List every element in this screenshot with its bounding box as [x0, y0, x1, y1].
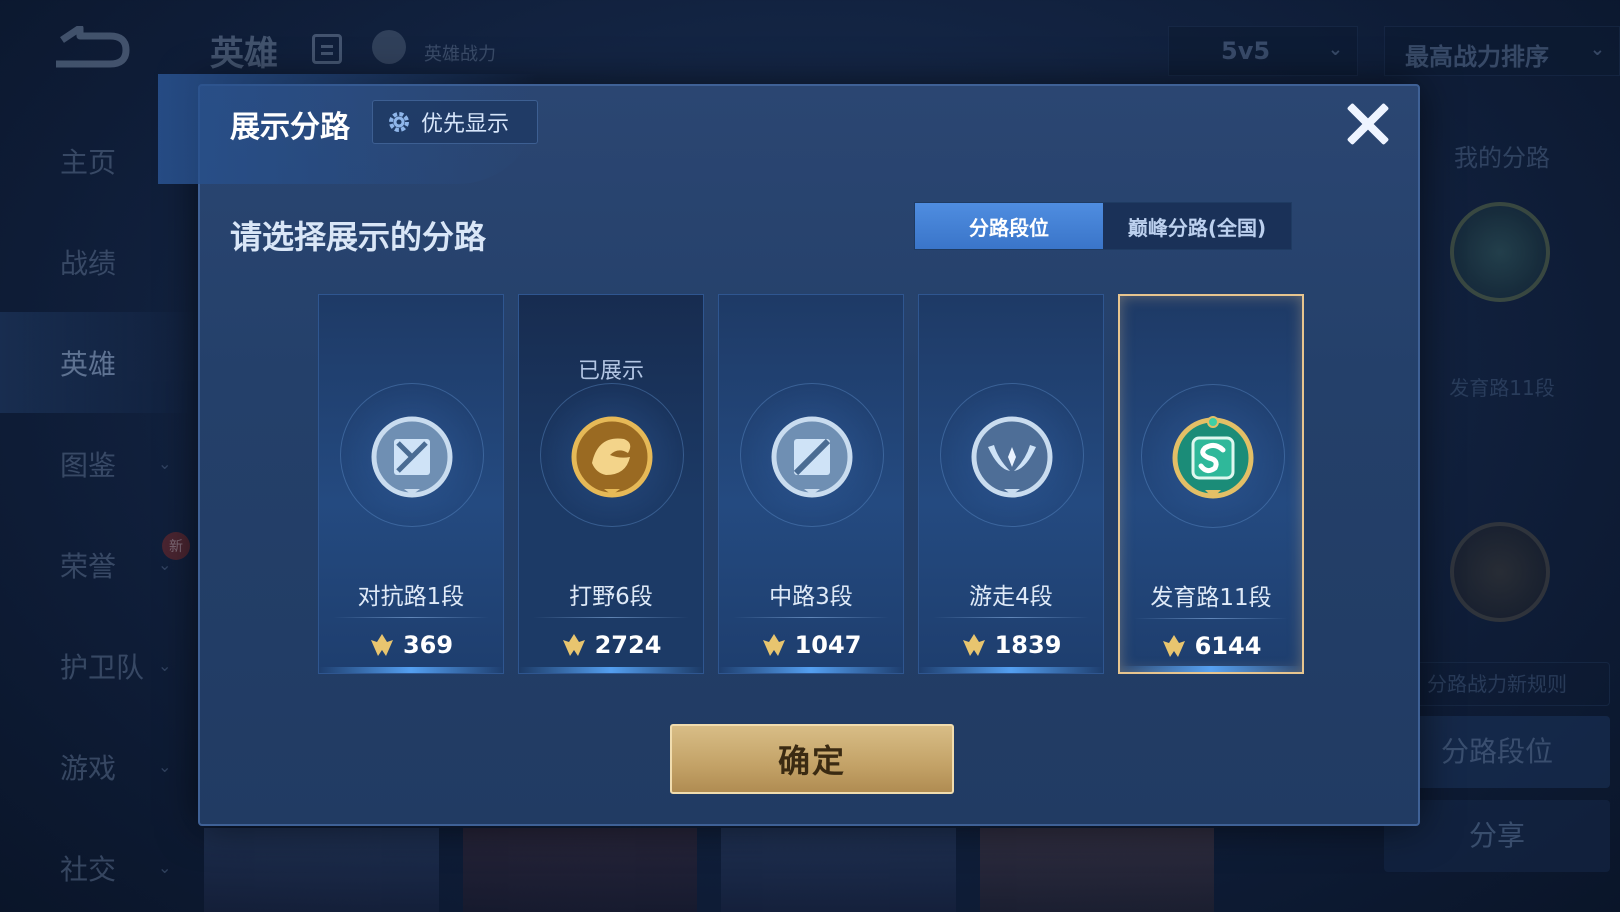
- hero-list: [204, 828, 1214, 912]
- nav-item-social[interactable]: 社交 ⌄: [0, 817, 200, 912]
- list-icon[interactable]: [312, 34, 342, 64]
- lane-name: 发育路11段: [1150, 585, 1272, 611]
- lane-name: 打野6段: [569, 584, 653, 610]
- jungle-dragon-badge-icon: [1450, 522, 1550, 622]
- lane-card-jungle[interactable]: 已展示 打野6段 2724: [518, 294, 704, 674]
- gear-icon: [389, 112, 409, 132]
- lane-card-roam[interactable]: 游走4段 1839: [918, 294, 1104, 674]
- mode-select-value: 5v5: [1221, 37, 1271, 65]
- back-arrow-icon[interactable]: [50, 26, 130, 70]
- clash-lane-badge-icon: [371, 416, 453, 498]
- nav-item-record[interactable]: 战绩: [0, 211, 200, 312]
- lane-cards: 对抗路1段 369 已展示 打野6段 2724 中路3段 1047 游走4段 1…: [318, 294, 1304, 676]
- chevron-down-icon: ⌄: [1589, 39, 1605, 60]
- tab-lane-rank[interactable]: 分路段位: [915, 203, 1103, 249]
- power-score: 6144: [1120, 632, 1302, 660]
- power-score-value: 2724: [594, 631, 662, 659]
- divider: [533, 617, 689, 618]
- hero-thumbnail[interactable]: [204, 828, 439, 912]
- divider: [933, 617, 1089, 618]
- sort-select-value: 最高战力排序: [1405, 43, 1549, 71]
- card-glow: [319, 667, 503, 673]
- nav-item-label: 荣誉: [60, 549, 117, 583]
- select-prompt: 请选择展示的分路: [230, 218, 487, 256]
- power-arrow-icon: [1162, 635, 1185, 657]
- mode-select[interactable]: 5v5 ⌄: [1168, 26, 1358, 76]
- chevron-down-icon: ⌄: [158, 656, 172, 675]
- page-title: 英雄: [210, 34, 278, 74]
- hero-thumbnail[interactable]: [721, 828, 956, 912]
- power-score: 369: [319, 631, 503, 659]
- card-glow: [1120, 666, 1302, 672]
- farm-lane-badge-icon: [1172, 416, 1254, 499]
- chevron-down-icon: ⌄: [158, 858, 172, 877]
- power-score: 2724: [519, 631, 703, 659]
- nav-item-label: 英雄: [60, 347, 117, 381]
- divider: [733, 617, 889, 618]
- modal-title: 展示分路: [230, 110, 350, 145]
- lane-card-farm[interactable]: 发育路11段 6144: [1118, 294, 1304, 674]
- nav-item-label: 图鉴: [60, 448, 117, 482]
- priority-display-button[interactable]: 优先显示: [372, 100, 538, 144]
- lane-tab-switch: 分路段位 巅峰分路(全国): [914, 202, 1292, 250]
- hero-thumbnail[interactable]: [462, 828, 697, 912]
- card-glow: [519, 667, 703, 673]
- nav-item-gallery[interactable]: 图鉴 ⌄: [0, 413, 200, 514]
- power-arrow-icon: [562, 634, 585, 656]
- power-arrow-icon: [370, 634, 393, 656]
- nav-item-game[interactable]: 游戏 ⌄: [0, 716, 200, 817]
- lane-name: 对抗路1段: [357, 584, 465, 610]
- jungle-dragon-badge-icon: [571, 416, 653, 498]
- card-glow: [919, 667, 1103, 673]
- power-arrow-icon: [762, 634, 785, 656]
- mid-lane-badge-icon: [771, 416, 853, 498]
- nav-item-honor[interactable]: 荣誉新 ⌄: [0, 514, 200, 615]
- hero-thumbnail[interactable]: [979, 828, 1214, 912]
- nav-item-guard[interactable]: 护卫队 ⌄: [0, 615, 200, 716]
- divider: [1134, 618, 1288, 619]
- hero-power-label[interactable]: 英雄战力: [424, 40, 496, 66]
- close-icon[interactable]: [1344, 100, 1392, 148]
- power-score-value: 369: [402, 631, 454, 659]
- nav-item-hero[interactable]: 英雄: [0, 312, 200, 413]
- lane-name: 中路3段: [769, 584, 853, 610]
- chevron-down-icon: ⌄: [158, 757, 172, 776]
- power-score-value: 6144: [1194, 632, 1262, 660]
- side-nav: 主页 战绩 英雄 图鉴 ⌄ 荣誉新 ⌄ 护卫队 ⌄ 游戏 ⌄ 社交 ⌄: [0, 110, 200, 912]
- nav-item-label: 战绩: [60, 246, 117, 280]
- nav-item-label: 护卫队: [60, 650, 145, 684]
- confirm-button[interactable]: 确定: [670, 724, 954, 794]
- power-score: 1839: [919, 631, 1103, 659]
- roam-wings-badge-icon: [971, 416, 1053, 498]
- power-score-value: 1839: [994, 631, 1062, 659]
- lane-name: 游走4段: [969, 584, 1053, 610]
- chevron-down-icon: ⌄: [1327, 39, 1343, 60]
- nav-item-label: 主页: [60, 145, 117, 179]
- nav-item-label: 社交: [60, 852, 117, 886]
- card-glow: [719, 667, 903, 673]
- displayed-label: 已展示: [577, 359, 644, 384]
- tab-peak-lane-national[interactable]: 巅峰分路(全国): [1103, 203, 1291, 249]
- chevron-down-icon: ⌄: [158, 555, 172, 574]
- farm-lane-badge-icon: [1450, 202, 1550, 302]
- nav-item-label: 游戏: [60, 751, 117, 785]
- lane-display-modal: 展示分路 优先显示 请选择展示的分路 分路段位 巅峰分路(全国) 对抗路1段 3…: [158, 74, 1420, 826]
- hero-power-icon: [372, 30, 406, 64]
- priority-display-label: 优先显示: [421, 112, 510, 137]
- chevron-down-icon: ⌄: [158, 454, 172, 473]
- sort-select[interactable]: 最高战力排序 ⌄: [1384, 26, 1620, 76]
- lane-card-clash[interactable]: 对抗路1段 369: [318, 294, 504, 674]
- power-score-value: 1047: [794, 631, 862, 659]
- divider: [333, 617, 489, 618]
- lane-card-mid[interactable]: 中路3段 1047: [718, 294, 904, 674]
- power-score: 1047: [719, 631, 903, 659]
- power-arrow-icon: [962, 634, 985, 656]
